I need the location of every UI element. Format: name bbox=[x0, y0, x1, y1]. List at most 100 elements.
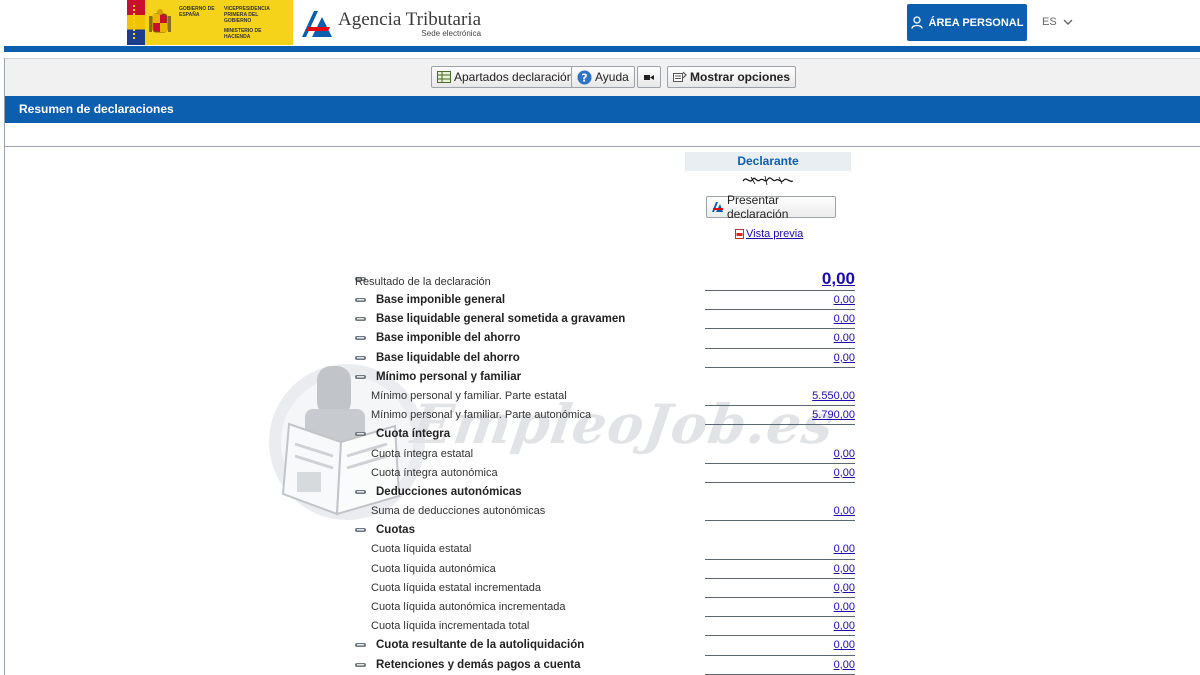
area-personal-label: ÁREA PERSONAL bbox=[928, 16, 1024, 29]
summary-row-label: Cuota íntegra autonómica bbox=[371, 466, 498, 479]
svg-text:?: ? bbox=[581, 71, 587, 84]
summary-row-label: Cuota líquida autonómica bbox=[371, 562, 496, 575]
collapse-icon[interactable] bbox=[355, 316, 367, 323]
agency-subtitle: Sede electrónica bbox=[421, 29, 482, 38]
summary-row-value[interactable]: 5.550,00 bbox=[812, 390, 855, 402]
vista-previa-link[interactable]: Vista previa bbox=[735, 228, 803, 240]
summary-row-value[interactable]: 0,00 bbox=[834, 467, 855, 479]
eu-flag-strip bbox=[127, 0, 145, 45]
summary-row-value[interactable]: 0,00 bbox=[834, 563, 855, 575]
summary-row-label: Base liquidable general sometida a grava… bbox=[376, 313, 626, 326]
summary-row-label: Retenciones y demás pagos a cuenta bbox=[376, 658, 581, 671]
video-button[interactable] bbox=[637, 66, 661, 88]
collapse-icon[interactable] bbox=[355, 527, 367, 534]
summary-row: Suma de deducciones autonómicas 0,00 bbox=[355, 502, 855, 522]
collapse-icon[interactable] bbox=[355, 489, 367, 496]
summary-row-value[interactable]: 0,00 bbox=[834, 294, 855, 306]
site-header: GOBIERNO DE ESPAÑA VICEPRESIDENCIA PRIME… bbox=[0, 0, 1200, 46]
declarante-header: Declarante bbox=[685, 152, 851, 171]
summary-row-label: Cuota íntegra bbox=[376, 428, 451, 441]
presentar-label: Presentar declaración bbox=[727, 193, 789, 221]
summary-row: Cuota líquida autonómica 0,00 bbox=[355, 560, 855, 579]
summary-row: Mínimo personal y familiar bbox=[355, 368, 855, 387]
gov-text-vicepresidencia: VICEPRESIDENCIA PRIMERA DEL GOBIERNO bbox=[224, 6, 270, 24]
presentar-declaracion-button[interactable]: Presentar declaración bbox=[706, 193, 836, 221]
area-personal-button[interactable]: ÁREA PERSONAL bbox=[907, 4, 1027, 41]
summary-row: Cuota líquida estatal 0,00 bbox=[355, 540, 855, 560]
summary-row-value[interactable]: 0,00 bbox=[834, 505, 855, 517]
agencia-tributaria-logo[interactable]: Agencia Tributaria Sede electrónica bbox=[300, 6, 481, 42]
summary-row: Cuotas bbox=[355, 521, 855, 540]
language-label: ES bbox=[1042, 16, 1057, 28]
mostrar-opciones-button[interactable]: Mostrar opciones bbox=[667, 66, 797, 88]
summary-row-label: Cuota líquida incrementada total bbox=[371, 620, 530, 633]
collapse-icon[interactable] bbox=[355, 662, 367, 669]
video-icon bbox=[644, 74, 654, 81]
agency-title: Agencia Tributaria bbox=[338, 9, 482, 30]
summary-row-value[interactable]: 0,00 bbox=[834, 620, 855, 632]
toolbar: Apartados declaración ? Ayuda Mostrar op… bbox=[5, 58, 1200, 96]
mostrar-opciones-label: Mostrar opciones bbox=[690, 70, 791, 84]
summary-row-value[interactable]: 0,00 bbox=[834, 352, 855, 364]
section-title: Resumen de declaraciones bbox=[19, 102, 174, 116]
summary-row-value[interactable]: 0,00 bbox=[822, 269, 855, 289]
summary-row-value[interactable]: 0,00 bbox=[834, 313, 855, 325]
summary-row-label: Mínimo personal y familiar. Parte estata… bbox=[371, 389, 567, 402]
aeat-logo-icon bbox=[302, 11, 332, 37]
help-icon: ? bbox=[577, 70, 592, 85]
ayuda-button[interactable]: ? Ayuda bbox=[571, 66, 635, 88]
summary-row: Cuota íntegra bbox=[355, 425, 855, 444]
gov-text-left: GOBIERNO DE ESPAÑA bbox=[179, 6, 215, 18]
summary-row-label: Deducciones autonómicas bbox=[376, 485, 522, 498]
summary-row: Base imponible general 0,00 bbox=[355, 291, 855, 311]
summary-row: Base liquidable general sometida a grava… bbox=[355, 310, 855, 330]
summary-table: Resultado de la declaración 0,00 Base impo… bbox=[355, 269, 855, 675]
vista-previa-label: Vista previa bbox=[746, 228, 804, 240]
collapse-icon[interactable] bbox=[355, 431, 367, 438]
collapse-icon[interactable] bbox=[355, 297, 367, 304]
apartados-declaracion-button[interactable]: Apartados declaración bbox=[431, 66, 580, 88]
summary-row-label: Base imponible general bbox=[376, 294, 506, 306]
summary-row: Cuota íntegra estatal 0,00 bbox=[355, 445, 855, 464]
gobierno-espana-logo[interactable]: GOBIERNO DE ESPAÑA VICEPRESIDENCIA PRIME… bbox=[127, 0, 293, 45]
summary-row: Cuota líquida estatal incrementada 0,00 bbox=[355, 579, 855, 598]
summary-row-value[interactable]: 5.790,00 bbox=[812, 409, 855, 421]
collapse-icon[interactable] bbox=[355, 642, 367, 649]
summary-row-label: Cuota íntegra estatal bbox=[371, 447, 474, 460]
summary-row-label: Suma de deducciones autonómicas bbox=[371, 505, 546, 518]
section-title-bar: Resumen de declaraciones bbox=[5, 96, 1200, 123]
summary-row-value[interactable]: 0,00 bbox=[834, 639, 855, 651]
summary-row: Cuota líquida autonómica incrementada 0,0… bbox=[355, 598, 855, 618]
pdf-icon bbox=[735, 229, 744, 239]
summary-row: Cuota líquida incrementada total 0,00 bbox=[355, 617, 855, 637]
section-separator bbox=[5, 146, 1200, 147]
collapse-icon[interactable] bbox=[355, 374, 367, 381]
gov-text-ministerio: MINISTERIO DE HACIENDA bbox=[224, 28, 262, 40]
collapse-icon[interactable] bbox=[355, 355, 367, 362]
summary-row-value[interactable]: 0,00 bbox=[834, 332, 855, 344]
collapse-icon[interactable] bbox=[355, 335, 367, 342]
summary-row-value[interactable]: 0,00 bbox=[834, 659, 855, 671]
summary-row: Retenciones y demás pagos a cuenta 0,00 bbox=[355, 656, 855, 675]
summary-row: Resultado de la declaración 0,00 bbox=[355, 269, 855, 291]
summary-row-label: Mínimo personal y familiar bbox=[376, 370, 522, 383]
language-selector[interactable]: ES bbox=[1042, 16, 1073, 28]
summary-row: Mínimo personal y familiar. Parte estata… bbox=[355, 387, 855, 407]
gov-text-right: VICEPRESIDENCIA PRIMERA DEL GOBIERNO MIN… bbox=[224, 0, 286, 45]
chevron-down-icon bbox=[1063, 19, 1073, 25]
summary-row: Base imponible del ahorro 0,00 bbox=[355, 329, 855, 349]
summary-row-label: Mínimo personal y familiar. Parte autonó… bbox=[371, 409, 592, 422]
summary-row: Base liquidable del ahorro 0,00 bbox=[355, 349, 855, 368]
summary-row: Cuota íntegra autonómica 0,00 bbox=[355, 464, 855, 483]
apartados-label: Apartados declaración bbox=[454, 70, 574, 84]
ayuda-label: Ayuda bbox=[595, 70, 629, 84]
options-icon bbox=[673, 71, 687, 83]
summary-row-label: Base imponible del ahorro bbox=[376, 332, 521, 345]
declarante-signature-image bbox=[742, 175, 794, 186]
summary-row-value[interactable]: 0,00 bbox=[834, 448, 855, 460]
summary-row-value[interactable]: 0,00 bbox=[834, 582, 855, 594]
table-icon bbox=[437, 71, 451, 83]
summary-row-value[interactable]: 0,00 bbox=[834, 543, 855, 555]
summary-row: Cuota resultante de la autoliquidación 0,… bbox=[355, 636, 855, 656]
summary-row-value[interactable]: 0,00 bbox=[834, 601, 855, 613]
